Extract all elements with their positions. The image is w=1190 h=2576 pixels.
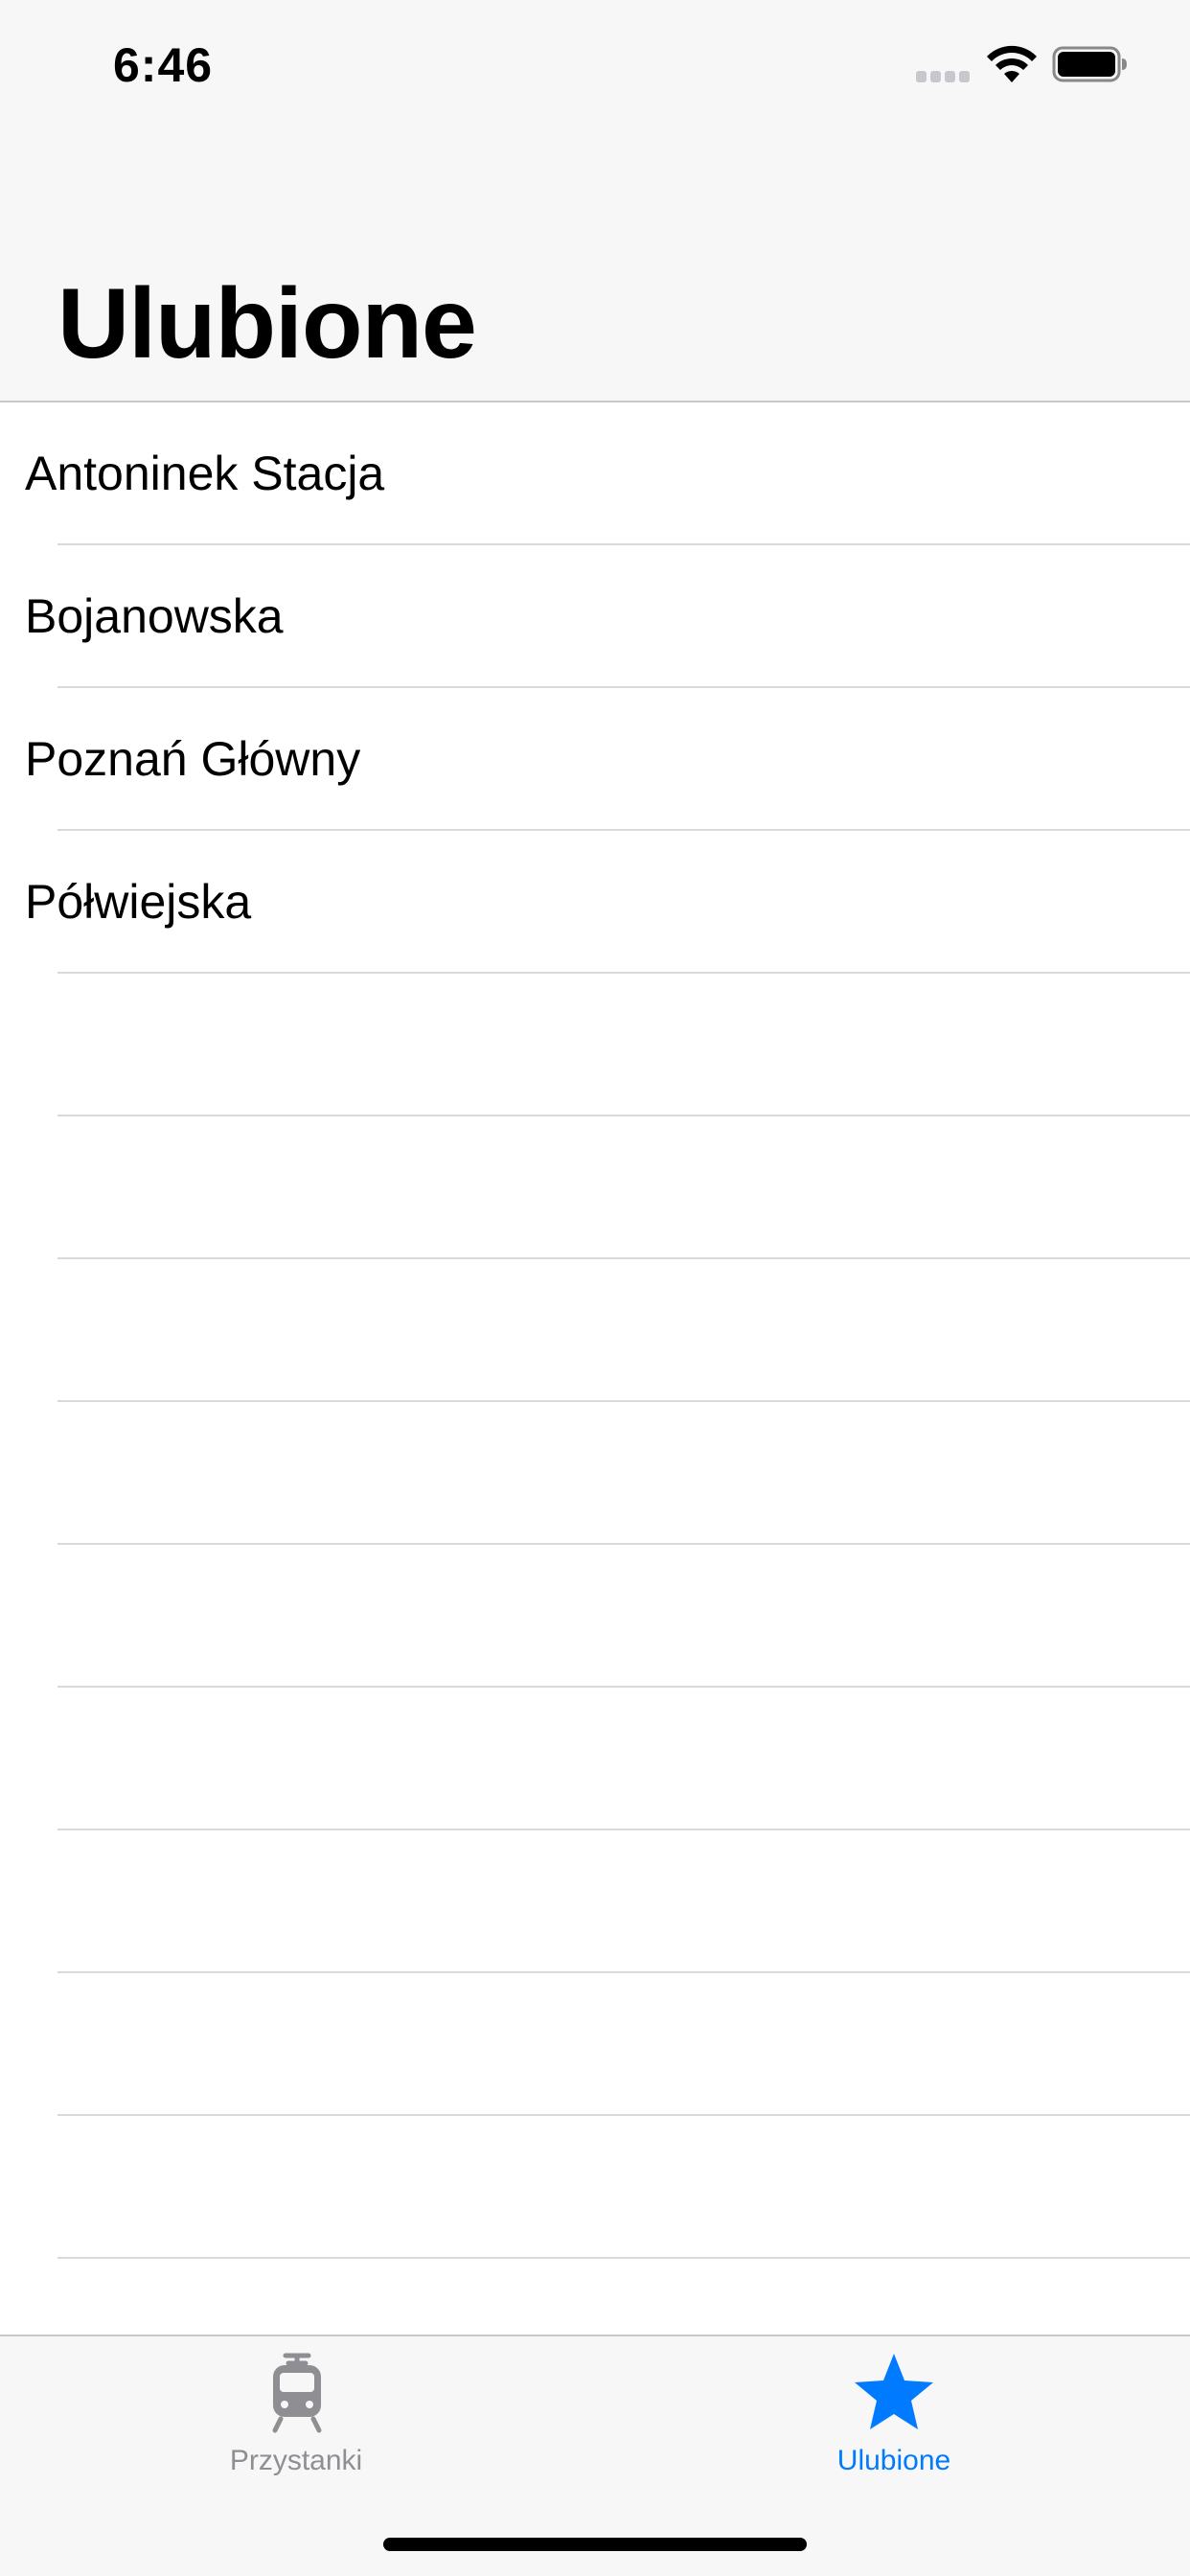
list-item[interactable]: Antoninek Stacja	[0, 402, 1190, 545]
navigation-bar: 6:46 Ulubione	[0, 0, 1190, 402]
tab-ulubione[interactable]: Ulubione	[595, 2336, 1190, 2499]
list-item-label: Poznań Główny	[25, 732, 361, 786]
empty-row	[0, 1116, 1190, 1259]
empty-row	[0, 974, 1190, 1116]
wifi-icon	[987, 45, 1037, 82]
page-title: Ulubione	[57, 268, 477, 380]
tab-label: Ulubione	[836, 2445, 951, 2476]
battery-icon	[1052, 46, 1127, 82]
empty-row	[0, 1973, 1190, 2116]
empty-row	[0, 1688, 1190, 1830]
list-item-label: Antoninek Stacja	[25, 447, 385, 500]
list-item-label: Bojanowska	[25, 589, 284, 643]
cellular-signal-icon	[916, 71, 972, 84]
empty-row	[0, 1545, 1190, 1688]
tab-bar: Przystanki Ulubione	[0, 2334, 1190, 2576]
empty-row	[0, 2116, 1190, 2259]
tram-icon	[272, 2353, 322, 2433]
status-time: 6:46	[113, 38, 214, 92]
home-indicator	[383, 2538, 807, 2551]
empty-row	[0, 1402, 1190, 1545]
list-item[interactable]: Bojanowska	[0, 545, 1190, 688]
empty-row	[0, 1830, 1190, 1973]
list-item-label: Półwiejska	[25, 875, 252, 929]
list-item[interactable]: Półwiejska	[0, 831, 1190, 974]
favorites-list: Antoninek Stacja Bojanowska Poznań Główn…	[0, 402, 1190, 2544]
empty-row	[0, 1259, 1190, 1402]
star-icon	[855, 2354, 933, 2429]
list-item[interactable]: Poznań Główny	[0, 688, 1190, 831]
